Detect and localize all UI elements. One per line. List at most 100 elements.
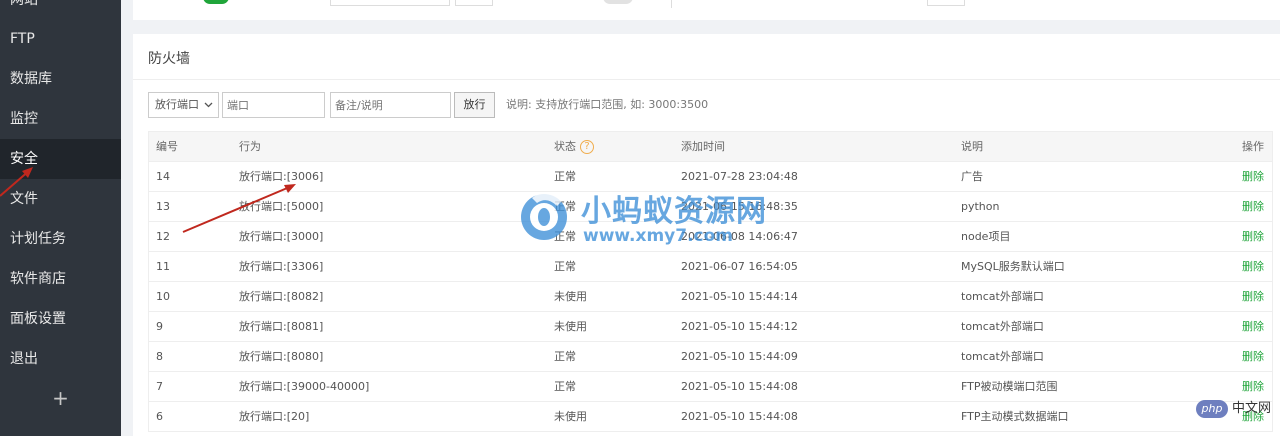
sidebar-item-label: 监控 xyxy=(10,111,38,127)
cell-action: 放行端口:[3006] xyxy=(239,170,324,183)
partial-button[interactable] xyxy=(455,0,493,6)
table-row: 8 放行端口:[8080] 正常 2021-05-10 15:44:09 tomcat外… xyxy=(149,342,1272,372)
cell-id: 6 xyxy=(156,410,163,423)
sidebar-item-logout[interactable]: 退出 xyxy=(0,339,121,379)
sidebar-item-label: 安全 xyxy=(10,151,38,167)
sidebar-item-database[interactable]: 数据库 xyxy=(0,59,121,99)
column-header-id: 编号 xyxy=(156,140,178,153)
delete-button[interactable]: 删除 xyxy=(1242,282,1264,312)
column-header-added: 添加时间 xyxy=(681,140,725,153)
cell-action: 放行端口:[5000] xyxy=(239,200,324,213)
table-row: 12 放行端口:[3000] 正常 2021-06-08 14:06:47 node项目… xyxy=(149,222,1272,252)
cell-added: 2021-07-28 23:04:48 xyxy=(681,170,798,183)
table-row: 9 放行端口:[8081] 未使用 2021-05-10 15:44:12 tomcat… xyxy=(149,312,1272,342)
cell-status: 未使用 xyxy=(554,410,587,423)
cell-added: 2021-05-10 15:44:08 xyxy=(681,380,798,393)
delete-button[interactable]: 删除 xyxy=(1242,252,1264,282)
cell-action: 放行端口:[3000] xyxy=(239,230,324,243)
column-header-action: 行为 xyxy=(239,140,261,153)
sidebar-item-label: 软件商店 xyxy=(10,271,66,287)
sidebar-item-label: 网站 xyxy=(10,0,38,8)
hint-text: 说明: 支持放行端口范围, 如: 3000:3500 xyxy=(506,98,709,111)
sidebar-item-monitor[interactable]: 监控 xyxy=(0,99,121,139)
cell-added: 2021-05-10 15:44:12 xyxy=(681,320,798,333)
cell-action: 放行端口:[8080] xyxy=(239,350,324,363)
cell-added: 2021-06-07 16:54:05 xyxy=(681,260,798,273)
delete-button[interactable]: 删除 xyxy=(1242,312,1264,342)
cell-note: FTP主动模式数据端口 xyxy=(961,410,1069,423)
sidebar-item-cron[interactable]: 计划任务 xyxy=(0,219,121,259)
table-row: 14 放行端口:[3006] 正常 2021-07-28 23:04:48 广告 删除 xyxy=(149,162,1272,192)
cell-action: 放行端口:[8082] xyxy=(239,290,324,303)
divider xyxy=(671,0,672,8)
note-input[interactable] xyxy=(330,92,451,118)
cell-status: 正常 xyxy=(554,350,576,363)
php-cn-text: 中文网 xyxy=(1232,401,1272,416)
cell-note: MySQL服务默认端口 xyxy=(961,260,1065,273)
sidebar-item-label: 面板设置 xyxy=(10,311,66,327)
cell-action: 放行端口:[3306] xyxy=(239,260,324,273)
cell-id: 13 xyxy=(156,200,170,213)
cell-id: 11 xyxy=(156,260,170,273)
sidebar-item-website[interactable]: 网站 xyxy=(0,0,121,19)
table-row: 6 放行端口:[20] 未使用 2021-05-10 15:44:08 FTP主动模式数… xyxy=(149,402,1272,432)
partial-input[interactable] xyxy=(330,0,450,6)
cell-added: 2021-06-08 14:06:47 xyxy=(681,230,798,243)
sidebar-item-label: 退出 xyxy=(10,351,38,367)
cell-status: 未使用 xyxy=(554,290,587,303)
sidebar-item-files[interactable]: 文件 xyxy=(0,179,121,219)
cell-note: 广告 xyxy=(961,170,983,183)
add-icon[interactable]: + xyxy=(0,379,121,417)
delete-button[interactable]: 删除 xyxy=(1242,222,1264,252)
column-header-note: 说明 xyxy=(961,140,983,153)
sidebar-item-security[interactable]: 安全 xyxy=(0,139,121,179)
sidebar-item-label: 数据库 xyxy=(10,71,52,87)
cell-note: node项目 xyxy=(961,230,1011,243)
firewall-card: 防火墙 放行端口 放行 说明: 支持放行端口范围, 如: 3000:3500 编… xyxy=(133,34,1280,436)
cell-action: 放行端口:[8081] xyxy=(239,320,324,333)
delete-button[interactable]: 删除 xyxy=(1242,372,1264,402)
cell-added: 2021-05-10 15:44:14 xyxy=(681,290,798,303)
allow-button[interactable]: 放行 xyxy=(454,92,495,118)
cell-id: 12 xyxy=(156,230,170,243)
partial-input[interactable] xyxy=(927,0,965,6)
sidebar-item-app-store[interactable]: 软件商店 xyxy=(0,259,121,299)
delete-button[interactable]: 删除 xyxy=(1242,192,1264,222)
sidebar: 网站 FTP 数据库 监控 安全 文件 计划任务 软件商店 面板设置 退出 + xyxy=(0,0,121,436)
sidebar-item-ftp[interactable]: FTP xyxy=(0,19,121,59)
settings-card-partial xyxy=(133,0,1280,20)
cell-id: 8 xyxy=(156,350,163,363)
cell-status: 正常 xyxy=(554,260,576,273)
toggle-switch-off[interactable] xyxy=(603,0,633,4)
cell-id: 10 xyxy=(156,290,170,303)
table-row: 7 放行端口:[39000-40000] 正常 2021-05-10 15:44:08… xyxy=(149,372,1272,402)
card-title: 防火墙 xyxy=(148,51,190,67)
cell-note: tomcat外部端口 xyxy=(961,320,1044,333)
rule-type-value: 放行端口 xyxy=(155,98,199,111)
cell-note: tomcat外部端口 xyxy=(961,290,1044,303)
help-icon[interactable]: ? xyxy=(580,140,594,154)
table-row: 13 放行端口:[5000] 正常 2021-06-15 16:48:35 python… xyxy=(149,192,1272,222)
sidebar-item-label: 文件 xyxy=(10,191,38,207)
sidebar-item-label: 计划任务 xyxy=(10,231,66,247)
column-header-op: 操作 xyxy=(1242,140,1264,153)
sidebar-item-label: FTP xyxy=(10,31,35,47)
column-header-status: 状态? xyxy=(554,132,594,162)
table-row: 11 放行端口:[3306] 正常 2021-06-07 16:54:05 MySQL服… xyxy=(149,252,1272,282)
column-header-status-label: 状态 xyxy=(554,140,576,153)
cell-status: 正常 xyxy=(554,380,576,393)
delete-button[interactable]: 删除 xyxy=(1242,342,1264,372)
cell-action: 放行端口:[39000-40000] xyxy=(239,380,370,393)
sidebar-item-panel-settings[interactable]: 面板设置 xyxy=(0,299,121,339)
toggle-switch-on[interactable] xyxy=(203,0,229,4)
chevron-down-icon xyxy=(204,93,213,127)
cell-status: 正常 xyxy=(554,230,576,243)
cell-note: FTP被动模端口范围 xyxy=(961,380,1058,393)
port-input[interactable] xyxy=(222,92,325,118)
cell-status: 正常 xyxy=(554,200,576,213)
cell-note: tomcat外部端口 xyxy=(961,350,1044,363)
cell-id: 14 xyxy=(156,170,170,183)
php-badge: php xyxy=(1196,400,1228,418)
delete-button[interactable]: 删除 xyxy=(1242,162,1264,192)
rule-type-select[interactable]: 放行端口 xyxy=(148,92,219,118)
